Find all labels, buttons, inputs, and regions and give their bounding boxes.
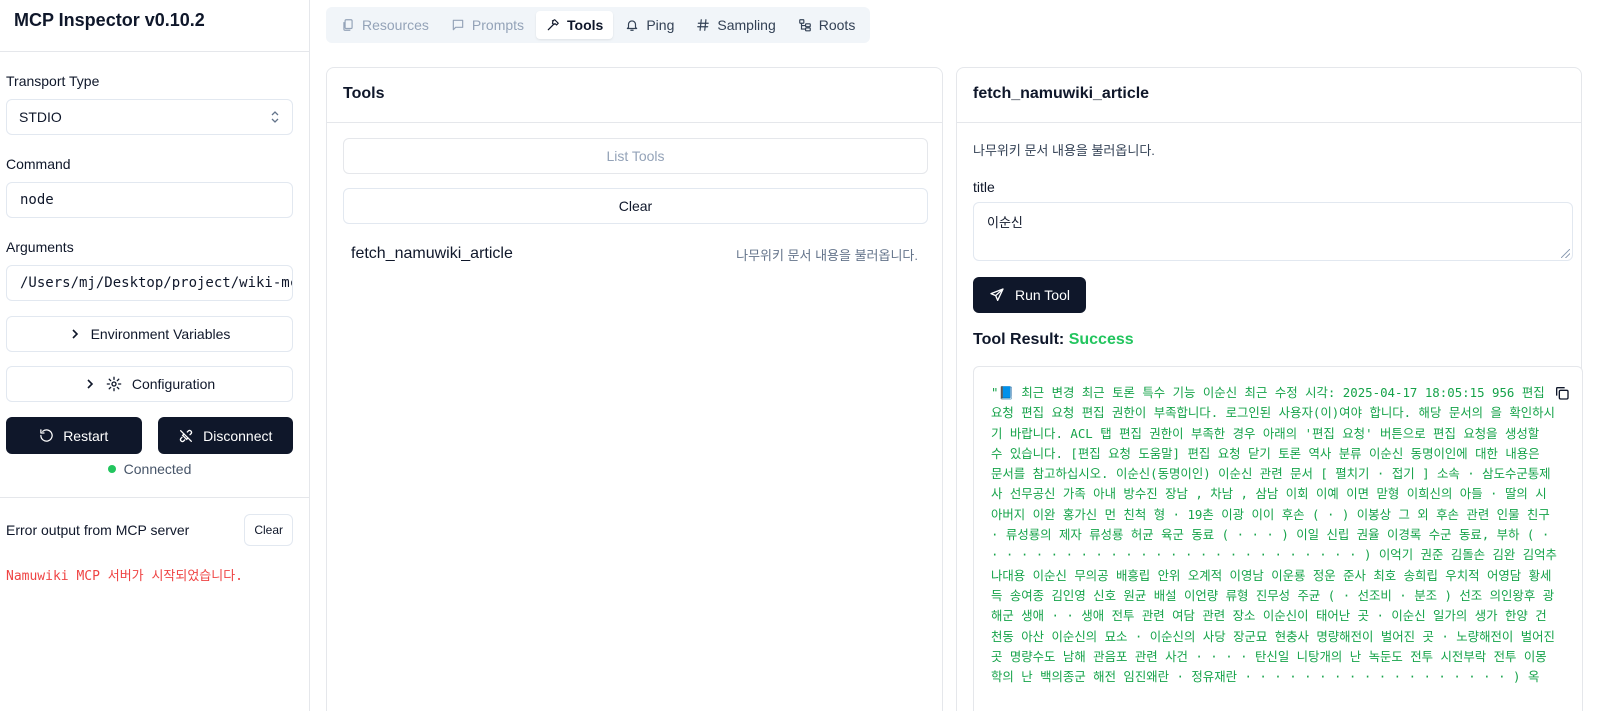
disconnect-button[interactable]: Disconnect xyxy=(157,417,293,454)
tool-detail-description: 나무위키 문서 내용을 불러옵니다. xyxy=(973,143,1155,158)
connection-form: Transport Type STDIO Command node Argume… xyxy=(0,73,309,477)
list-tools-button[interactable]: List Tools xyxy=(343,138,928,174)
environment-variables-button[interactable]: Environment Variables xyxy=(6,316,293,352)
configuration-button[interactable]: Configuration xyxy=(6,366,293,402)
hash-icon xyxy=(697,19,710,31)
configuration-label: Configuration xyxy=(131,376,216,392)
param-title-label: title xyxy=(973,179,995,195)
clear-tools-button[interactable]: Clear xyxy=(343,188,928,224)
restart-button[interactable]: Restart xyxy=(6,417,142,454)
chevron-right-icon xyxy=(87,379,93,389)
command-input[interactable]: node xyxy=(6,182,293,218)
sidebar: MCP Inspector v0.10.2 Transport Type STD… xyxy=(0,0,310,711)
environment-variables-label: Environment Variables xyxy=(90,326,231,342)
tool-description: 나무위키 문서 내용을 불러옵니다. xyxy=(736,247,918,263)
tool-result-label: Tool Result: xyxy=(973,331,1065,348)
disconnect-label: Disconnect xyxy=(203,427,273,444)
tool-detail-body: 나무위키 문서 내용을 불러옵니다. title 이순신 Run Tool To… xyxy=(957,140,1583,711)
tool-result-output[interactable]: "📘 최근 변경 최근 토론 특수 기능 이순신 최근 수정 시각: 2025-… xyxy=(973,366,1583,711)
tab-resources-label: Resources xyxy=(362,17,429,33)
tab-bar: Resources Prompts Tools Ping Sampling Ro… xyxy=(326,7,871,43)
error-output-text: Namuwiki MCP 서버가 시작되었습니다. xyxy=(6,569,243,584)
tab-roots[interactable]: Roots xyxy=(788,11,866,39)
chevrons-up-down-icon xyxy=(270,110,280,124)
chevron-right-icon xyxy=(72,329,78,339)
command-label: Command xyxy=(6,156,71,172)
run-tool-label: Run Tool xyxy=(1014,287,1070,303)
error-output-header: Error output from MCP server Clear xyxy=(6,514,293,546)
tool-detail-panel: fetch_namuwiki_article 나무위키 문서 내용을 불러옵니다… xyxy=(956,67,1583,711)
tab-tools-label: Tools xyxy=(567,17,604,33)
tab-resources[interactable]: Resources xyxy=(331,11,439,39)
folder-tree-icon xyxy=(798,19,811,32)
transport-type-value: STDIO xyxy=(19,109,62,125)
files-icon xyxy=(343,19,353,31)
arguments-label: Arguments xyxy=(6,239,74,255)
restart-label: Restart xyxy=(63,427,109,444)
tool-name: fetch_namuwiki_article xyxy=(351,245,513,262)
message-square-icon xyxy=(452,19,464,31)
clear-error-button[interactable]: Clear xyxy=(244,514,293,546)
app-title: MCP Inspector v0.10.2 xyxy=(14,10,205,30)
error-output-section: Error output from MCP server Clear Namuw… xyxy=(0,497,309,584)
bell-icon xyxy=(627,20,638,31)
transport-type-label: Transport Type xyxy=(6,73,100,89)
tab-prompts-label: Prompts xyxy=(471,17,525,33)
tool-list-item[interactable]: fetch_namuwiki_article 나무위키 문서 내용을 불러옵니다… xyxy=(343,242,926,266)
tool-result-heading: Tool Result: Success xyxy=(973,331,1565,349)
status-dot-icon xyxy=(107,465,116,473)
param-title-value: 이순신 xyxy=(987,215,1023,230)
unplug-icon xyxy=(179,429,193,442)
tool-result-text: "📘 최근 변경 최근 토론 특수 기능 이순신 최근 수정 시각: 2025-… xyxy=(991,385,1557,685)
app-root: MCP Inspector v0.10.2 Transport Type STD… xyxy=(0,0,1616,711)
send-icon xyxy=(990,288,1004,301)
main-content: Resources Prompts Tools Ping Sampling Ro… xyxy=(310,0,1616,711)
tool-result-status: Success xyxy=(1068,331,1134,348)
tab-ping[interactable]: Ping xyxy=(615,11,684,39)
tab-prompts[interactable]: Prompts xyxy=(441,11,534,39)
tools-panel-title: Tools xyxy=(327,68,942,123)
tool-detail-title: fetch_namuwiki_article xyxy=(957,68,1581,123)
connection-status-text: Connected xyxy=(123,461,192,477)
hammer-icon xyxy=(547,19,559,31)
copy-icon[interactable] xyxy=(1554,385,1570,401)
tools-panel: Tools List Tools Clear fetch_namuwiki_ar… xyxy=(326,67,943,711)
rotate-ccw-icon xyxy=(40,429,53,442)
error-output-title: Error output from MCP server xyxy=(6,522,190,538)
tab-sampling[interactable]: Sampling xyxy=(686,11,785,39)
param-title-textarea[interactable]: 이순신 xyxy=(973,202,1573,261)
transport-type-select[interactable]: STDIO xyxy=(6,99,293,135)
sidebar-header: MCP Inspector v0.10.2 xyxy=(0,0,309,52)
tab-ping-label: Ping xyxy=(646,17,675,33)
tab-tools[interactable]: Tools xyxy=(536,11,614,39)
run-tool-button[interactable]: Run Tool xyxy=(973,277,1086,313)
arguments-input[interactable]: /Users/mj/Desktop/project/wiki-mcp/build… xyxy=(6,265,293,301)
tab-roots-label: Roots xyxy=(818,17,856,33)
gear-icon xyxy=(106,376,122,392)
connection-status: Connected xyxy=(6,461,293,477)
tab-sampling-label: Sampling xyxy=(717,17,776,33)
connection-buttons: Restart Disconnect xyxy=(6,417,293,454)
resize-grip-icon[interactable] xyxy=(1561,249,1570,258)
